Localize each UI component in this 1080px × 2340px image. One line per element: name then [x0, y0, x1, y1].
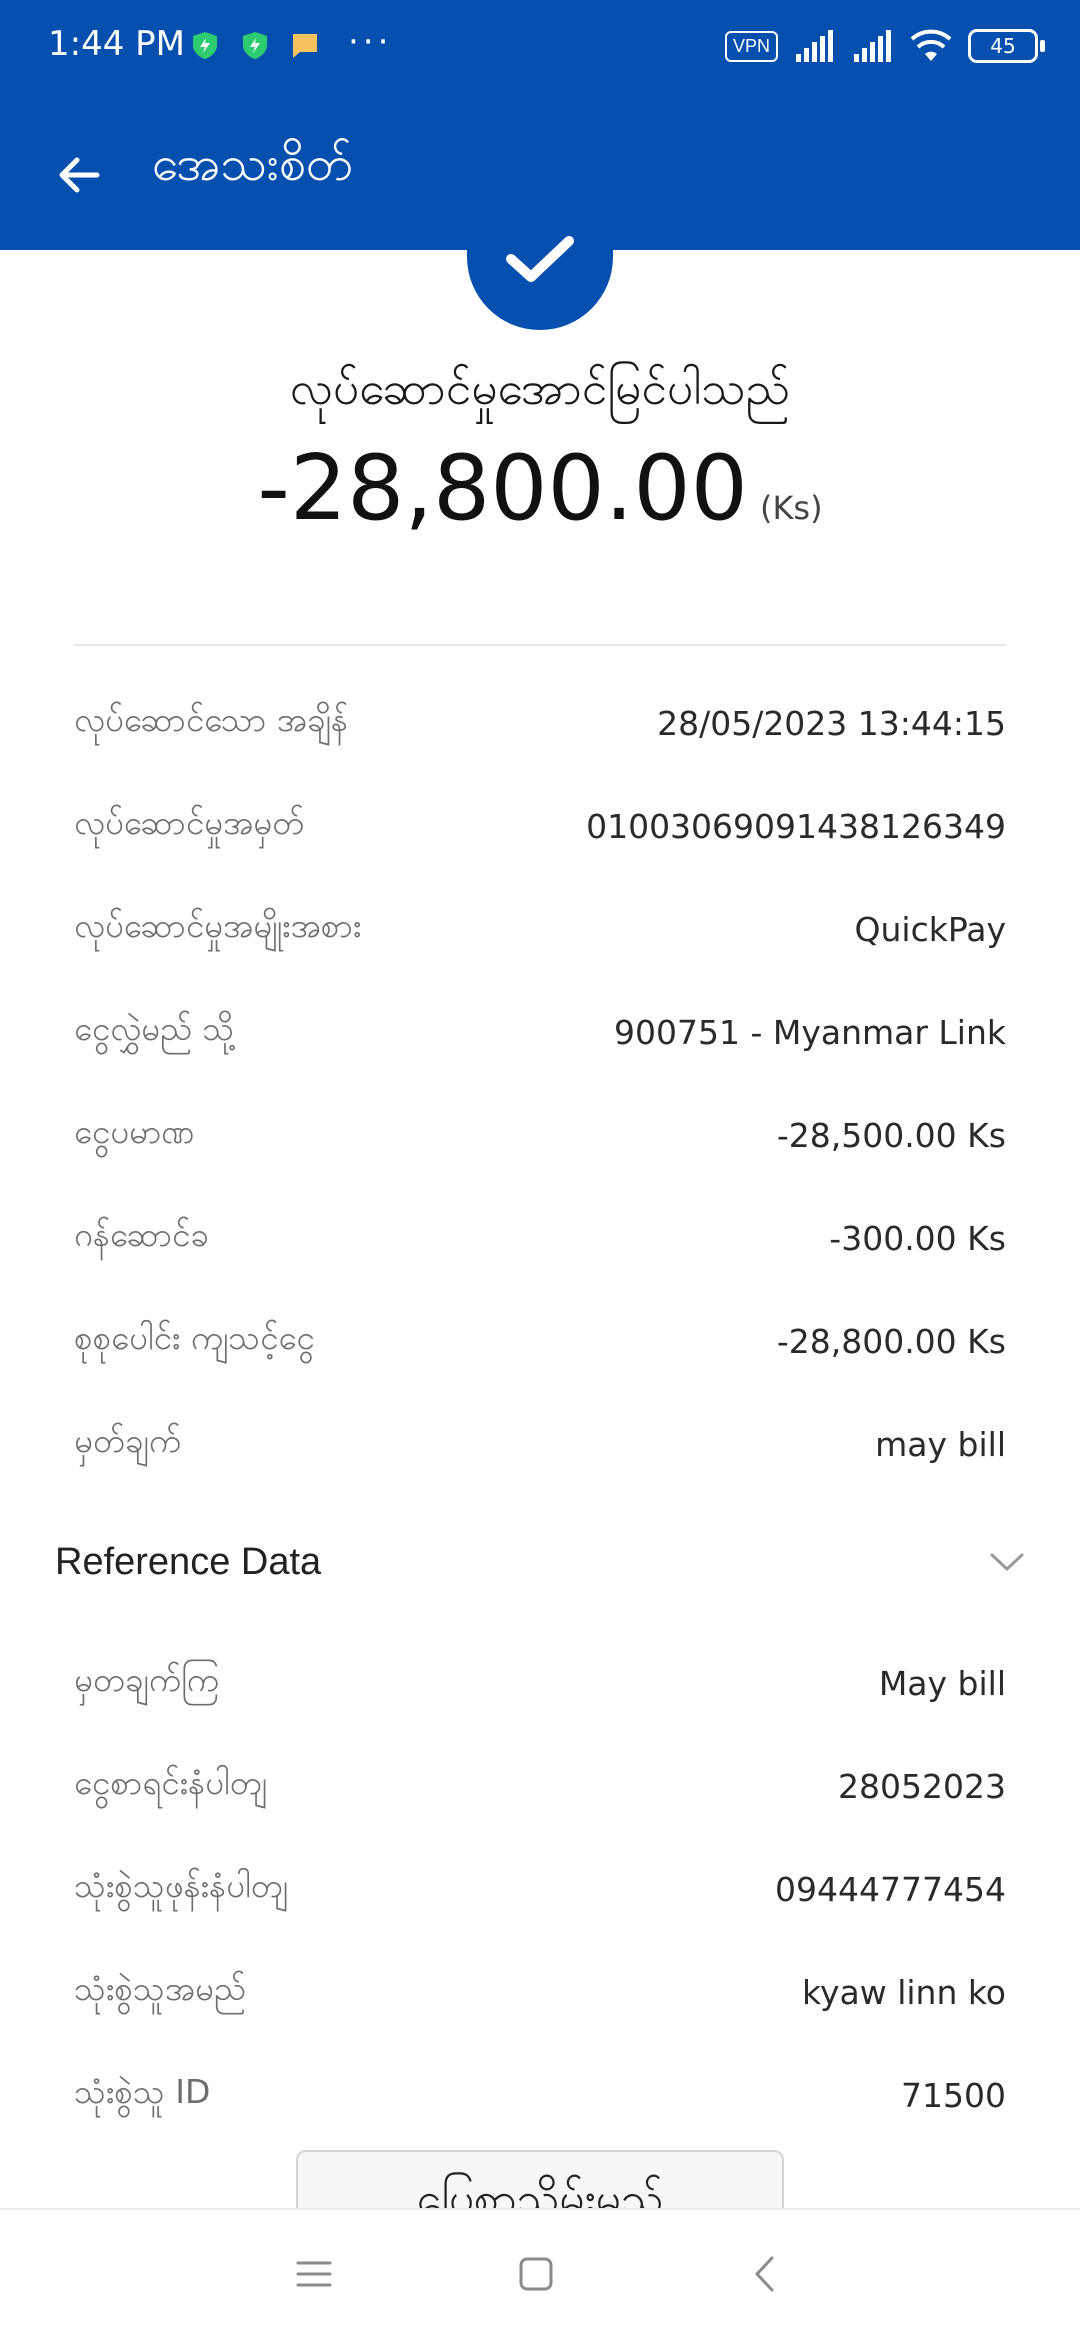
- status-time: 1:44 PM: [48, 24, 185, 64]
- divider: [74, 644, 1006, 646]
- detail-value: -28,800.00 Ks: [776, 1322, 1006, 1361]
- reference-label: သုံးစွဲသူဖုန်းနံပါတျ: [74, 1866, 289, 1905]
- detail-label: လုပ်ဆောင်မှုအမှတ်: [74, 803, 305, 842]
- detail-row-fee: ဂန်ဆောင်ခ -300.00 Ks: [74, 1187, 1006, 1290]
- reference-value: 09444777454: [775, 1870, 1006, 1909]
- reference-value: 28052023: [838, 1767, 1006, 1806]
- detail-label: စုစုပေါင်း ကျသင့်ငွေ: [74, 1318, 315, 1357]
- page-title: အေသးစိတ်: [152, 136, 353, 192]
- reference-row: သုံးစွဲသူဖုန်းနံပါတျ 09444777454: [74, 1838, 1006, 1941]
- detail-label: ငွေပမာဏ: [74, 1112, 195, 1151]
- detail-value: may bill: [875, 1425, 1006, 1464]
- detail-row-time: လုပ်ဆောင်သော အချိန် 28/05/2023 13:44:15: [74, 672, 1006, 775]
- reference-label: ငွေစာရင်းနံပါတျ: [74, 1763, 267, 1802]
- signal-icon: [796, 30, 833, 62]
- chevron-down-icon: [990, 1553, 1024, 1571]
- detail-row-total: စုစုပေါင်း ကျသင့်ငွေ -28,800.00 Ks: [74, 1290, 1006, 1393]
- reference-row: မှတချက်ကြ May bill: [74, 1632, 1006, 1735]
- nav-menu-button[interactable]: [284, 2244, 344, 2304]
- reference-label: မှတချက်ကြ: [74, 1660, 219, 1699]
- battery-icon: 45: [968, 29, 1045, 63]
- wifi-icon: [910, 29, 952, 61]
- shield-icon: [243, 32, 267, 59]
- status-more-dots: ···: [348, 22, 393, 62]
- home-square-icon: [519, 2257, 553, 2291]
- message-icon: [293, 34, 317, 58]
- reference-label: သုံးစွဲသူအမည်: [74, 1969, 246, 2008]
- signal-icon: [854, 30, 891, 62]
- reference-data-title: Reference Data: [55, 1540, 322, 1583]
- reference-label: သုံးစွဲသူ ID: [74, 2072, 211, 2111]
- reference-value: 71500: [901, 2076, 1006, 2115]
- detail-label: ဂန်ဆောင်ခ: [74, 1215, 209, 1254]
- transaction-details: လုပ်ဆောင်သော အချိန် 28/05/2023 13:44:15 …: [74, 672, 1006, 1496]
- back-button[interactable]: [44, 140, 114, 210]
- nav-back-button[interactable]: [734, 2244, 794, 2304]
- detail-row-recipient: ငွေလွှဲမည် သို့ 900751 - Myanmar Link: [74, 981, 1006, 1084]
- detail-row-note: မှတ်ချက် may bill: [74, 1393, 1006, 1496]
- detail-value: QuickPay: [854, 910, 1006, 949]
- checkmark-icon: [506, 236, 574, 282]
- reference-row: သုံးစွဲသူ ID 71500: [74, 2044, 1006, 2147]
- reference-details: မှတချက်ကြ May bill ငွေစာရင်းနံပါတျ 28052…: [74, 1632, 1006, 2147]
- reference-value: May bill: [878, 1664, 1006, 1703]
- shield-icon: [193, 32, 217, 59]
- detail-label: လုပ်ဆောင်သော အချိန်: [74, 700, 348, 739]
- amount-row: -28,800.00 (Ks): [0, 436, 1080, 541]
- reference-row: သုံးစွဲသူအမည် kyaw linn ko: [74, 1941, 1006, 2044]
- detail-value: 01003069091438126349: [586, 807, 1006, 846]
- currency-label: (Ks): [759, 489, 823, 527]
- success-badge: [467, 190, 613, 330]
- status-right-icons: VPN 45: [724, 26, 1045, 66]
- detail-value: 28/05/2023 13:44:15: [657, 704, 1006, 743]
- reference-row: ငွေစာရင်းနံပါတျ 28052023: [74, 1735, 1006, 1838]
- menu-icon: [296, 2261, 332, 2287]
- chevron-left-icon: [755, 2256, 774, 2292]
- transaction-status: လုပ်ဆောင်မှုအောင်မြင်ပါသည်: [289, 361, 791, 415]
- reference-value: kyaw linn ko: [802, 1973, 1006, 2012]
- arrow-left-icon: [59, 157, 100, 193]
- detail-row-type: လုပ်ဆောင်မှုအမျိုးအစား QuickPay: [74, 878, 1006, 981]
- detail-value: -300.00 Ks: [829, 1219, 1006, 1258]
- detail-label: ငွေလွှဲမည် သို့: [74, 1009, 235, 1048]
- system-nav-bar: [0, 2208, 1080, 2340]
- nav-home-button[interactable]: [506, 2244, 566, 2304]
- reference-data-toggle[interactable]: Reference Data: [55, 1510, 1025, 1614]
- detail-row-transaction-id: လုပ်ဆောင်မှုအမှတ် 01003069091438126349: [74, 775, 1006, 878]
- detail-label: မှတ်ချက်: [74, 1421, 182, 1460]
- detail-value: -28,500.00 Ks: [776, 1116, 1006, 1155]
- status-bar: 1:44 PM ··· VPN 45: [0, 0, 1080, 90]
- vpn-icon: VPN: [724, 30, 778, 62]
- detail-value: 900751 - Myanmar Link: [613, 1013, 1006, 1052]
- detail-label: လုပ်ဆောင်မှုအမျိုးအစား: [74, 906, 362, 945]
- detail-row-amount: ငွေပမာဏ -28,500.00 Ks: [74, 1084, 1006, 1187]
- transaction-amount: -28,800.00: [257, 436, 748, 541]
